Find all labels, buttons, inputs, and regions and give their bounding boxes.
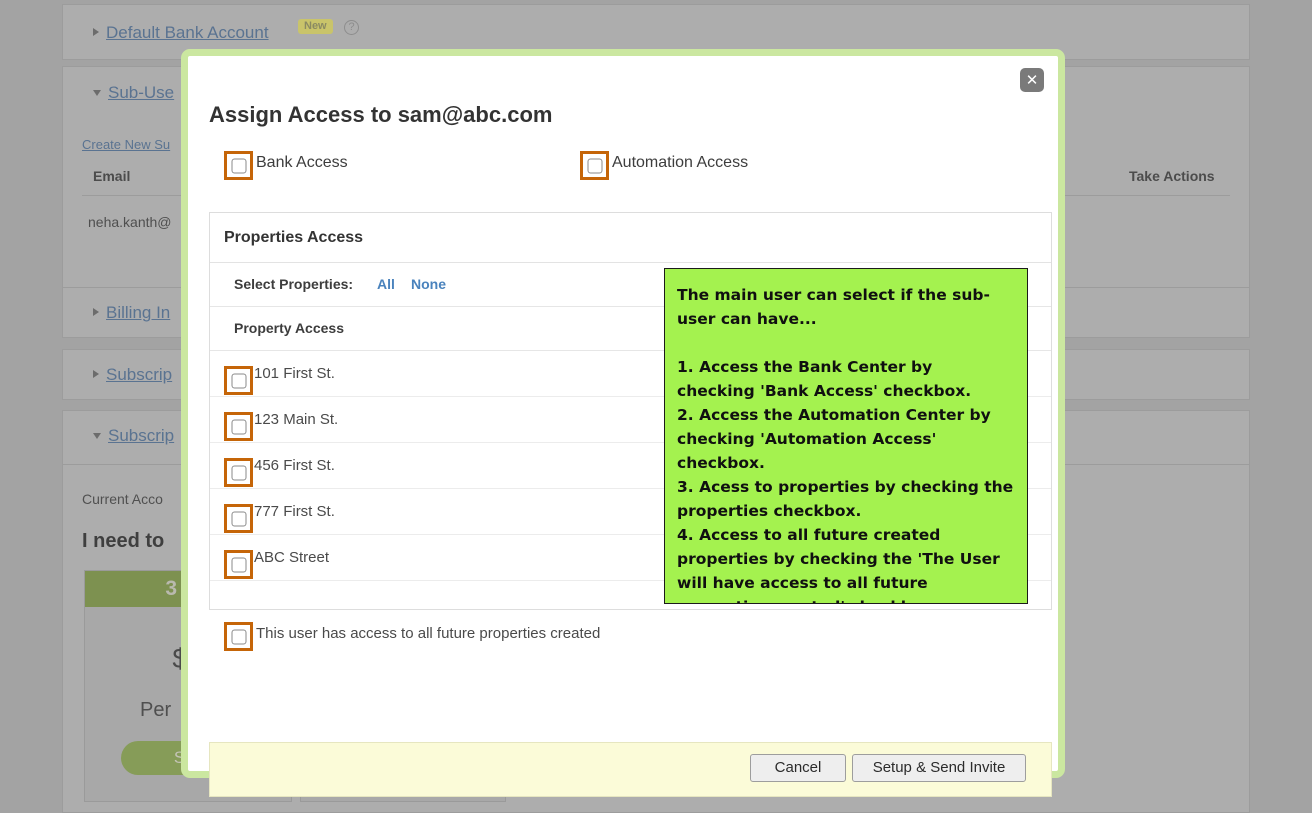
modal-footer: Cancel Setup & Send Invite	[209, 742, 1052, 797]
section-label: Sub-Use	[108, 83, 174, 102]
properties-access-header: Properties Access	[210, 213, 1051, 263]
section-label: Default Bank Account	[106, 23, 269, 42]
pricing-period: Per	[140, 699, 171, 722]
chevron-right-icon	[93, 370, 99, 378]
select-all-link[interactable]: All	[377, 276, 395, 292]
property-4-checkbox[interactable]	[231, 511, 246, 526]
properties-access-heading: Properties Access	[224, 229, 363, 247]
section-link-subscription-one[interactable]: Subscrip	[93, 365, 172, 385]
chevron-right-icon	[93, 308, 99, 316]
future-access-checkbox[interactable]	[231, 629, 246, 644]
property-5-checkbox[interactable]	[231, 557, 246, 572]
chevron-right-icon	[93, 28, 99, 36]
column-header-take-actions: Take Actions	[1129, 168, 1215, 184]
new-badge: New	[298, 19, 333, 34]
section-label: Subscrip	[106, 365, 172, 384]
property-name: 123 Main St.	[254, 411, 338, 428]
property-3-highlight	[224, 458, 253, 487]
property-5-highlight	[224, 550, 253, 579]
property-1-checkbox[interactable]	[231, 373, 246, 388]
chevron-down-icon	[93, 90, 101, 96]
annotation-callout: The main user can select if the sub-user…	[664, 268, 1028, 604]
create-new-sub-user-link[interactable]: Create New Su	[82, 137, 170, 152]
chevron-down-icon	[93, 433, 101, 439]
property-1-highlight	[224, 366, 253, 395]
setup-send-invite-button[interactable]: Setup & Send Invite	[852, 754, 1026, 782]
property-3-checkbox[interactable]	[231, 465, 246, 480]
need-to-heading: I need to	[82, 530, 164, 553]
future-access-label: This user has access to all future prope…	[256, 625, 600, 642]
property-name: 456 First St.	[254, 457, 335, 474]
property-2-highlight	[224, 412, 253, 441]
property-name: 101 First St.	[254, 365, 335, 382]
automation-access-label: Automation Access	[612, 154, 748, 172]
section-link-sub-users[interactable]: Sub-Use	[93, 83, 174, 103]
bank-access-label: Bank Access	[256, 154, 348, 172]
select-properties-label: Select Properties:	[234, 276, 353, 292]
future-access-highlight	[224, 622, 253, 651]
section-link-default-bank-account[interactable]: Default Bank Account	[93, 23, 269, 43]
section-link-subscription-two[interactable]: Subscrip	[93, 426, 174, 446]
property-name: ABC Street	[254, 549, 329, 566]
property-access-column-label: Property Access	[234, 320, 344, 336]
current-account-label: Current Acco	[82, 491, 163, 507]
column-header-email: Email	[93, 168, 130, 184]
automation-access-checkbox[interactable]	[587, 158, 602, 173]
close-icon[interactable]: ✕	[1020, 68, 1044, 92]
section-label: Subscrip	[108, 426, 174, 445]
cancel-button[interactable]: Cancel	[750, 754, 846, 782]
help-icon[interactable]: ?	[344, 20, 359, 35]
automation-access-highlight	[580, 151, 609, 180]
property-name: 777 First St.	[254, 503, 335, 520]
section-label: Billing In	[106, 303, 170, 322]
bank-access-highlight	[224, 151, 253, 180]
select-none-link[interactable]: None	[411, 276, 446, 292]
property-4-highlight	[224, 504, 253, 533]
table-row: neha.kanth@	[88, 214, 172, 230]
property-2-checkbox[interactable]	[231, 419, 246, 434]
bank-access-checkbox[interactable]	[231, 158, 246, 173]
modal-title: Assign Access to sam@abc.com	[209, 102, 552, 128]
section-link-billing-info[interactable]: Billing In	[93, 303, 170, 323]
